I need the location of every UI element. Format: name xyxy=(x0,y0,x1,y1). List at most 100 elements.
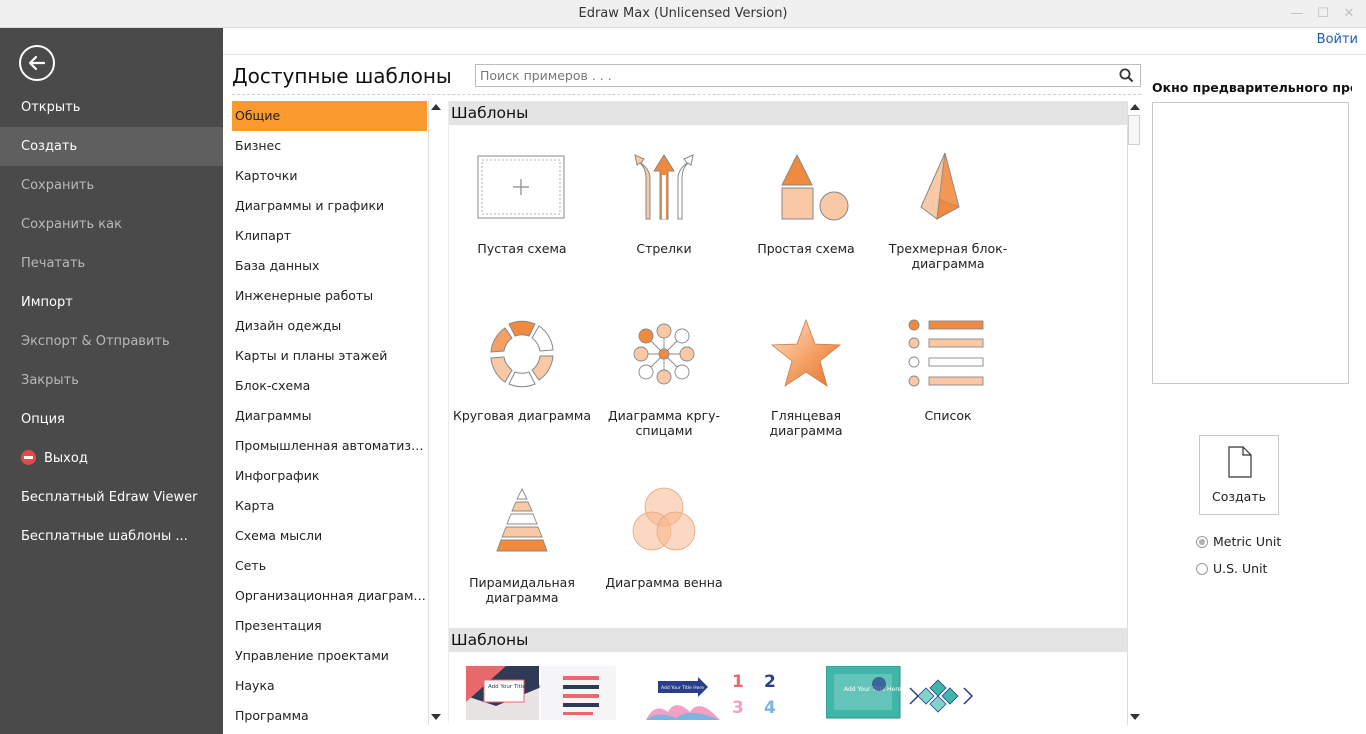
unit-option-metric[interactable]: Metric Unit xyxy=(1196,533,1281,551)
menu-close[interactable]: Закрыть xyxy=(0,361,223,400)
menu-export[interactable]: Экспорт & Отправить xyxy=(0,322,223,361)
category-item[interactable]: База данных xyxy=(232,251,427,281)
category-item[interactable]: Инфографик xyxy=(232,461,427,491)
arrows-icon xyxy=(634,154,694,220)
title-bar: Edraw Max (Unlicensed Version) — ☐ ✕ xyxy=(0,0,1366,28)
scroll-thumb[interactable] xyxy=(1128,115,1140,145)
category-item[interactable]: Бизнес xyxy=(232,131,427,161)
template-label: Глянцевая диаграмма xyxy=(769,408,843,438)
menu-save[interactable]: Сохранить xyxy=(0,166,223,205)
menu-label: Выход xyxy=(44,451,88,466)
scroll-down-icon[interactable] xyxy=(431,714,441,720)
glossy-star-icon xyxy=(770,318,842,387)
menu-label: Опция xyxy=(21,412,65,427)
category-item[interactable]: Дизайн одежды xyxy=(232,311,427,341)
thumbnail-number: 3 xyxy=(732,698,744,718)
gallery-scrollbar[interactable] xyxy=(1127,101,1140,725)
category-item[interactable]: Диаграммы xyxy=(232,401,427,431)
thumbnail-number: 1 xyxy=(732,672,744,692)
category-list: Общие Бизнес Карточки Диаграммы и график… xyxy=(232,101,427,729)
template-thumbnail[interactable]: Add Your Title Here 1 2 3 4 xyxy=(646,666,794,720)
minimize-icon[interactable]: — xyxy=(1288,5,1306,23)
template-label: Диаграмма кргу-спицами xyxy=(607,408,721,438)
diagram-thumbnail-icon: Add Your Title Here xyxy=(825,665,976,720)
hub-spoke-icon xyxy=(633,323,695,385)
template-label: Список xyxy=(924,408,972,423)
menu-print[interactable]: Печатать xyxy=(0,244,223,283)
window-title: Edraw Max (Unlicensed Version) xyxy=(578,6,788,21)
category-item[interactable]: Блок-схема xyxy=(232,371,427,401)
menu-label: Печатать xyxy=(21,256,86,271)
menu-save-as[interactable]: Сохранить как xyxy=(0,205,223,244)
template-label: Диаграмма венна xyxy=(605,575,723,590)
template-label: Круговая диаграмма xyxy=(452,408,592,423)
category-item[interactable]: Карточки xyxy=(232,161,427,191)
menu-label: Создать xyxy=(21,139,78,154)
section-header: Шаблоны xyxy=(449,101,1127,125)
menu-import[interactable]: Импорт xyxy=(0,283,223,322)
menu-open[interactable]: Открыть xyxy=(0,88,223,127)
presentation-thumbnail-icon: Add Your Title Here xyxy=(466,666,616,720)
page-title: Доступные шаблоны xyxy=(232,64,452,88)
divider xyxy=(223,54,1366,55)
template-label: Пирамидальная диаграмма xyxy=(469,575,575,605)
category-item[interactable]: Общие xyxy=(232,101,427,131)
close-icon[interactable]: ✕ xyxy=(1340,5,1358,23)
menu-create[interactable]: Создать xyxy=(0,127,223,166)
scroll-up-icon[interactable] xyxy=(1130,104,1140,110)
preview-window xyxy=(1152,102,1349,384)
category-item[interactable]: Презентация xyxy=(232,611,427,641)
category-item[interactable]: Схема мысли xyxy=(232,521,427,551)
venn-icon xyxy=(632,487,696,551)
3d-block-icon xyxy=(920,152,960,220)
scroll-down-icon[interactable] xyxy=(1130,714,1140,720)
search-icon[interactable] xyxy=(1119,68,1134,83)
menu-label: Бесплатные шаблоны ... xyxy=(21,529,188,544)
menu-free-viewer[interactable]: Бесплатный Edraw Viewer xyxy=(0,478,223,517)
scroll-up-icon[interactable] xyxy=(431,104,441,110)
basic-shapes-icon xyxy=(781,153,849,221)
radio-selected-icon[interactable] xyxy=(1196,536,1208,548)
template-thumbnail[interactable]: Add Your Title Here xyxy=(466,666,616,720)
menu-label: Сохранить как xyxy=(21,217,122,232)
template-thumbnail[interactable]: Add Your Title Here xyxy=(825,665,976,720)
category-item[interactable]: Карта xyxy=(232,491,427,521)
login-link[interactable]: Войти xyxy=(1317,32,1358,47)
menu-free-templates[interactable]: Бесплатные шаблоны ... xyxy=(0,517,223,556)
menu-label: Закрыть xyxy=(21,373,79,388)
search-input[interactable] xyxy=(480,67,1100,84)
menu-exit[interactable]: Выход xyxy=(0,439,223,478)
sidebar: Открыть Создать Сохранить Сохранить как … xyxy=(0,28,223,734)
infographic-thumbnail-icon: Add Your Title Here 1 2 3 4 xyxy=(646,666,794,720)
maximize-icon[interactable]: ☐ xyxy=(1314,5,1332,23)
category-item[interactable]: Карты и планы этажей xyxy=(232,341,427,371)
circular-diagram-icon xyxy=(490,320,554,388)
category-item[interactable]: Сеть xyxy=(232,551,427,581)
divider xyxy=(232,94,1141,95)
section-header: Шаблоны xyxy=(449,628,1127,652)
category-item[interactable]: Клипарт xyxy=(232,221,427,251)
unit-option-us[interactable]: U.S. Unit xyxy=(1196,560,1267,578)
radio-icon[interactable] xyxy=(1196,563,1208,575)
category-item[interactable]: Наука xyxy=(232,671,427,701)
create-button-label: Создать xyxy=(1212,489,1266,504)
category-item[interactable]: Промышленная автоматизация xyxy=(232,431,427,461)
thumbnail-number: 4 xyxy=(764,698,776,718)
category-item[interactable]: Инженерные работы xyxy=(232,281,427,311)
back-arrow-icon[interactable] xyxy=(19,45,55,81)
category-scrollbar[interactable] xyxy=(428,101,441,725)
template-gallery: Шаблоны Пустая схема Стрелки Простая схе… xyxy=(448,101,1127,723)
menu-options[interactable]: Опция xyxy=(0,400,223,439)
category-item[interactable]: Программа xyxy=(232,701,427,729)
menu-label: Экспорт & Отправить xyxy=(21,334,170,349)
create-button[interactable]: Создать xyxy=(1199,435,1279,515)
category-item[interactable]: Организационная диаграмма xyxy=(232,581,427,611)
menu-label: Импорт xyxy=(21,295,73,310)
unit-label: Metric Unit xyxy=(1213,534,1282,549)
preview-title: Окно предварительного просмотра xyxy=(1152,80,1352,95)
category-item[interactable]: Управление проектами xyxy=(232,641,427,671)
pyramid-icon xyxy=(496,487,548,552)
category-item[interactable]: Диаграммы и графики xyxy=(232,191,427,221)
thumbnail-number: 2 xyxy=(764,672,776,692)
list-icon xyxy=(908,319,984,387)
